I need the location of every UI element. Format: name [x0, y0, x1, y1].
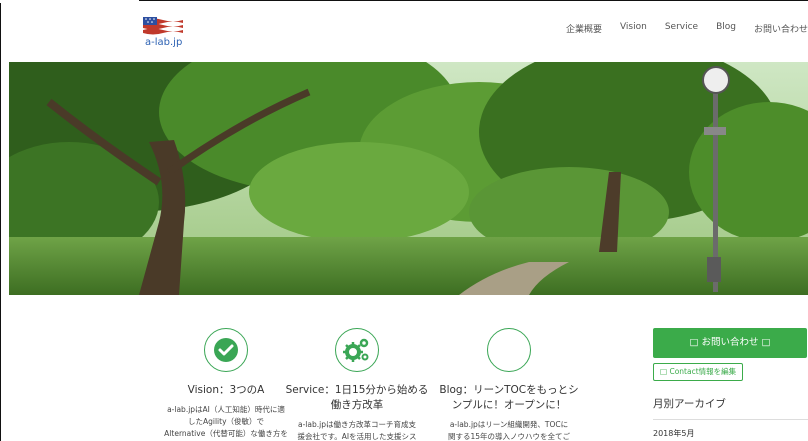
- main-nav: 企業概要 Vision Service Blog お問い合わせ: [566, 22, 808, 35]
- feature-service: Service：1日15分から始める働き方改革 a-lab.jpは働き方改革コー…: [284, 328, 430, 441]
- feature-blog-desc: a-lab.jpはリーン組織開発、TOCに 関する15年の導入ノウハウを全てご: [436, 419, 582, 441]
- feature-vision-badge: [204, 328, 248, 372]
- feature-vision-title[interactable]: Vision：3つのA: [153, 383, 299, 398]
- archive-link[interactable]: 2018年5月: [653, 428, 808, 439]
- site-logo[interactable]: a-lab.jp: [141, 16, 189, 52]
- feature-blog: Blog：リーンTOCをもっとシンプルに！オープンに！ a-lab.jpはリーン…: [436, 328, 582, 441]
- feature-service-badge: [335, 328, 379, 372]
- feature-blog-desc-line: 関する15年の導入ノウハウを全てご: [447, 432, 571, 441]
- hero-image: [9, 62, 808, 295]
- edit-contact-button[interactable]: □ Contact情報を編集: [653, 363, 744, 381]
- feature-service-title[interactable]: Service：1日15分から始める働き方改革: [284, 383, 430, 413]
- site-header: a-lab.jp 企業概要 Vision Service Blog お問い合わせ: [1, 1, 808, 62]
- feature-vision-desc-line: Alternative（代替可能）な働き方を: [164, 429, 288, 439]
- feature-blog-desc-line: a-lab.jpはリーン組織開発、TOCに: [449, 420, 569, 430]
- feature-vision-desc-line: a-lab.jpはAI（人工知能）時代に適: [167, 405, 285, 415]
- logo-text[interactable]: a-lab.jp: [145, 37, 182, 48]
- feature-blog-title[interactable]: Blog：リーンTOCをもっとシンプルに！オープンに！: [436, 383, 582, 413]
- feature-service-desc-line: a-lab.jpは働き方改革コーチ育成支: [298, 420, 416, 430]
- nav-item-blog[interactable]: Blog: [716, 22, 736, 35]
- feature-vision-desc-line: したAgility（俊敏）で: [187, 417, 265, 427]
- nav-item-service[interactable]: Service: [665, 22, 698, 35]
- nav-item-contact[interactable]: お問い合わせ: [754, 22, 808, 35]
- flag-logo-icon: [143, 17, 183, 35]
- gears-icon: [342, 338, 368, 362]
- feature-vision: Vision：3つのA a-lab.jpはAI（人工知能）時代に適 したAgil…: [153, 328, 299, 440]
- nav-item-company[interactable]: 企業概要: [566, 22, 602, 35]
- sidebar: □ お問い合わせ □ □ Contact情報を編集 月別アーカイブ 2018年5…: [653, 328, 808, 439]
- archive-heading: 月別アーカイブ: [653, 396, 808, 420]
- window-frame-left: [0, 0, 1, 441]
- feature-vision-desc: a-lab.jpはAI（人工知能）時代に適 したAgility（俊敏）で Alt…: [153, 404, 299, 440]
- check-icon: [213, 337, 238, 362]
- contact-button[interactable]: □ お問い合わせ □: [653, 328, 807, 358]
- feature-blog-badge: [487, 328, 531, 372]
- feature-service-desc: a-lab.jpは働き方改革コーチ育成支 援会社です。AIを活用した支援シス: [284, 419, 430, 441]
- feature-service-desc-line: 援会社です。AIを活用した支援シス: [297, 432, 417, 441]
- park-trees-image: [9, 62, 808, 295]
- nav-item-vision[interactable]: Vision: [620, 22, 647, 35]
